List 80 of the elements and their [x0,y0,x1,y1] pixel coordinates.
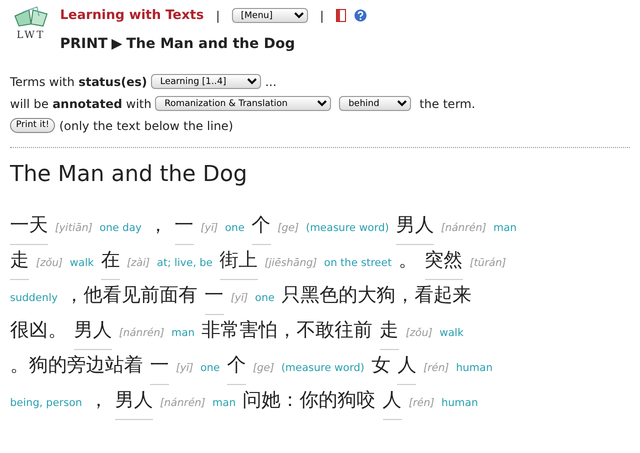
ellipsis-text: ... [265,74,277,90]
romanization: [ge] [252,360,274,376]
romanization: [nánrén] [119,326,164,341]
chinese-word: 一 [204,278,224,315]
chinese-word: 一 [150,348,169,385]
status-select[interactable]: Learning [1..4] [151,74,262,89]
separator: | [320,8,324,25]
romanization: [yitiān] [55,220,92,236]
suffix-text: the term. [419,96,476,112]
chinese-word: 一天 [10,208,48,245]
romanization: [tūrán] [470,256,506,271]
translation: being, person [10,396,82,411]
chinese-word: 人 [397,348,416,385]
translation: on the street [324,256,392,271]
translation: one [224,220,245,236]
chinese-word: 人 [382,382,402,420]
chinese-word: 男人 [74,312,112,350]
translation: man [171,326,195,341]
logo-text: LWT [16,29,46,43]
romanization: [zài] [126,256,150,271]
page-title: The Man and the Dog [126,34,296,54]
romanization: [zǒu] [36,256,63,271]
translation: at; live, be [156,256,213,271]
chinese-word: 在 [100,242,120,280]
translation: human [456,360,493,376]
chinese-text: 只黑色的大狗，看起来 [282,282,472,308]
translation: (measure word) [306,220,389,236]
translation: one day [99,220,142,236]
chinese-word: 走 [10,242,29,280]
romanization: [yī] [176,360,194,376]
chinese-text: ， [148,212,168,238]
print-note: (only the text below the line) [59,118,234,134]
chinese-text: 。狗的旁边站着 [10,352,143,378]
chinese-text: 女 [371,352,390,378]
chinese-text: 。 [398,248,418,273]
separator: | [216,8,220,25]
translation: human [441,396,478,411]
page-title-prefix: PRINT [60,34,108,54]
text-title: The Man and the Dog [10,162,248,188]
romanization: [yī] [230,290,248,306]
translation: (measure word) [281,360,364,376]
translation: walk [70,256,94,271]
chinese-word: 个 [252,208,271,245]
chinese-text: 问她：你的狗咬 [242,388,376,413]
book-logo-icon [13,6,49,28]
chinese-word: 一 [174,208,194,245]
translation: suddenly [10,290,58,306]
translation: one [200,360,220,376]
menu-select[interactable]: [Menu] [232,8,308,24]
chinese-word: 男人 [396,208,434,245]
arrow-icon: ▶ [112,34,122,54]
book-icon[interactable] [336,9,346,22]
translation: man [493,220,517,236]
romanization: [jiēshāng] [264,256,318,271]
romanization: [rén] [408,396,434,411]
status-label: Terms with status(es) [10,74,148,90]
translation: man [212,396,236,411]
romanization: [nánrén] [441,220,486,236]
annotation-select[interactable]: Romanization & Translation [155,96,332,111]
romanization: [rén] [423,360,449,376]
chinese-word: 街上 [220,242,258,280]
position-select[interactable]: behind [339,96,412,111]
translation: walk [440,326,464,341]
help-icon[interactable] [354,9,367,22]
chinese-text: 很凶。 [10,318,67,343]
chinese-text: ，他看见前面有 [64,282,198,308]
chinese-word: 突然 [424,242,463,280]
annotate-label: will be annotated with [10,96,152,112]
chinese-text: ， [89,388,108,413]
app-title-link[interactable]: Learning with Texts [60,6,204,26]
romanization: [ge] [278,220,299,236]
chinese-text: 非常害怕，不敢往前 [202,318,373,343]
chinese-word: 男人 [115,382,154,420]
romanization: [zǒu] [406,326,432,341]
translation: one [255,290,275,306]
chinese-word: 走 [380,312,399,350]
romanization: [yī] [200,220,218,236]
romanization: [nánrén] [160,396,206,411]
chinese-word: 个 [226,348,246,385]
print-button[interactable]: Print it! [10,118,56,133]
